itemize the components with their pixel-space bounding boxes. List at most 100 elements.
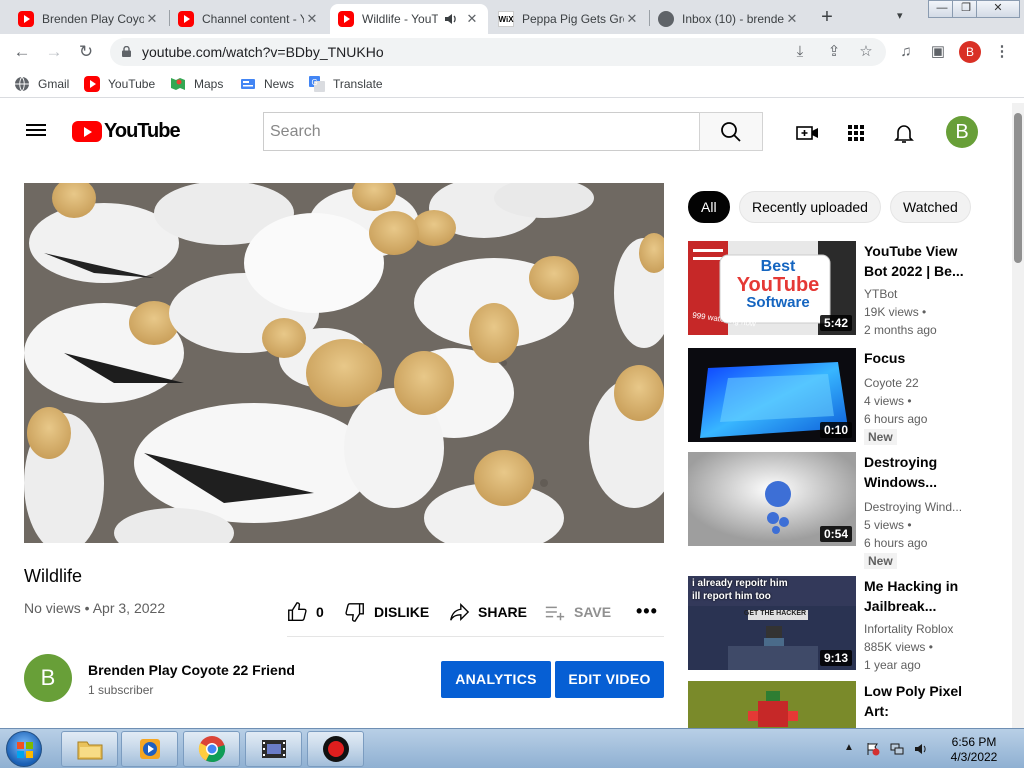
close-window-button[interactable]: ✕ xyxy=(976,0,1020,18)
browser-tab[interactable]: Brenden Play Coyote 22 Friend - YouTube … xyxy=(10,4,168,34)
more-menu-icon[interactable]: ⋮ xyxy=(992,42,1012,62)
channel-name[interactable]: Brenden Play Coyote 22 Friend xyxy=(88,662,295,678)
channel-name[interactable]: Destroying Wind... xyxy=(864,500,974,514)
divider xyxy=(287,636,664,637)
bookmark-translate[interactable]: G Translate xyxy=(309,76,383,92)
taskbar-movie-maker[interactable] xyxy=(245,731,302,767)
recommended-video[interactable]: 0:10 Focus Coyote 22 4 views • 6 hours a… xyxy=(688,348,1008,445)
recommended-video[interactable]: Low Poly Pixel Art: Strawberr... xyxy=(688,681,1008,728)
recommended-video[interactable]: i already repoitr him ill report him too… xyxy=(688,576,1008,672)
video-title[interactable]: Destroying Windows... xyxy=(864,452,968,492)
action-center-flag-icon[interactable] xyxy=(866,742,880,756)
browser-tab-active[interactable]: Wildlife - YouTube ✕ xyxy=(330,4,488,34)
chip-recently-uploaded[interactable]: Recently uploaded xyxy=(739,191,881,223)
thumbnail-text: Best xyxy=(760,258,796,275)
account-avatar[interactable]: B xyxy=(946,116,978,148)
windows-start-button[interactable] xyxy=(6,731,42,767)
share-button[interactable]: SHARE xyxy=(448,601,527,623)
video-thumbnail[interactable] xyxy=(688,681,856,728)
tab-search-chevron-icon[interactable]: ▾ xyxy=(897,9,903,22)
hamburger-menu-icon[interactable] xyxy=(26,121,46,141)
video-thumbnail[interactable]: 0:10 xyxy=(688,348,856,442)
video-thumbnail[interactable]: i already repoitr him ill report him too… xyxy=(688,576,856,670)
volume-icon[interactable] xyxy=(914,742,928,756)
apps-grid-icon[interactable] xyxy=(844,121,868,145)
video-title[interactable]: Low Poly Pixel Art: Strawberr... xyxy=(864,681,968,721)
save-button[interactable]: SAVE xyxy=(544,601,611,623)
show-hidden-icons-icon[interactable]: ▲ xyxy=(844,742,858,756)
taskbar-media-player[interactable] xyxy=(121,731,178,767)
chrome-icon xyxy=(198,736,225,763)
like-button[interactable]: 0 xyxy=(286,601,324,623)
chip-all[interactable]: All xyxy=(688,191,730,223)
taskbar-chrome[interactable] xyxy=(183,731,240,767)
playlist-add-icon xyxy=(545,606,565,621)
bookmark-youtube[interactable]: YouTube xyxy=(84,76,155,92)
close-tab-icon[interactable]: ✕ xyxy=(464,11,480,27)
video-frame-gannets xyxy=(24,183,664,543)
media-control-icon[interactable]: ♫ xyxy=(896,42,916,62)
youtube-page: YouTube B xyxy=(0,103,1012,728)
analytics-button[interactable]: ANALYTICS xyxy=(441,661,551,698)
bookmark-gmail[interactable]: Gmail xyxy=(14,76,69,92)
network-icon[interactable] xyxy=(890,742,904,756)
share-icon[interactable]: ⇪ xyxy=(824,42,844,62)
dislike-button[interactable]: DISLIKE xyxy=(344,601,429,623)
channel-name[interactable]: Coyote 22 xyxy=(864,376,974,390)
lock-icon[interactable] xyxy=(122,46,131,57)
video-title[interactable]: Me Hacking in Jailbreak... xyxy=(864,576,968,616)
chip-watched[interactable]: Watched xyxy=(890,191,971,223)
channel-name[interactable]: Infortality Roblox xyxy=(864,622,974,636)
clock-time: 6:56 PM xyxy=(951,735,997,749)
back-arrow-icon[interactable]: ← xyxy=(12,42,32,62)
bookmark-news[interactable]: News xyxy=(240,76,294,92)
video-thumbnail[interactable]: Best YouTube Software 999 watching now 5… xyxy=(688,241,856,335)
browser-tab[interactable]: Channel content - YouTube Studio ✕ xyxy=(170,4,328,34)
reload-icon[interactable]: ↻ xyxy=(76,42,96,62)
upload-age: 6 hours ago xyxy=(864,412,928,426)
video-title[interactable]: YouTube View Bot 2022 | Be... xyxy=(864,241,968,281)
channel-name[interactable]: YTBot xyxy=(864,287,974,301)
recommended-video[interactable]: Best YouTube Software 999 watching now 5… xyxy=(688,241,1008,337)
film-strip-icon xyxy=(261,740,286,758)
close-tab-icon[interactable]: ✕ xyxy=(784,11,800,27)
taskbar-recorder[interactable] xyxy=(307,731,364,767)
video-title[interactable]: Focus xyxy=(864,348,968,368)
youtube-logo[interactable]: YouTube xyxy=(72,120,181,143)
close-tab-icon[interactable]: ✕ xyxy=(304,11,320,27)
view-count: 4 views • xyxy=(864,394,912,408)
thumbnail-image xyxy=(688,681,856,728)
browser-tab[interactable]: Inbox (10) - brenden ✕ xyxy=(650,4,808,34)
address-bar[interactable]: youtube.com/watch?v=BDby_TNUKHo ⤓ ⇪ ☆ xyxy=(110,38,886,66)
edit-video-button[interactable]: EDIT VIDEO xyxy=(555,661,664,698)
video-thumbnail[interactable]: 0:54 xyxy=(688,452,856,546)
install-app-icon[interactable]: ⤓ xyxy=(790,42,810,62)
bookmark-star-icon[interactable]: ☆ xyxy=(856,42,876,62)
side-panel-icon[interactable]: ▣ xyxy=(928,42,948,62)
search-input[interactable] xyxy=(263,112,700,151)
scrollbar-thumb[interactable] xyxy=(1014,113,1022,263)
system-clock[interactable]: 6:56 PM 4/3/2022 xyxy=(948,735,1000,765)
windows-logo-icon xyxy=(17,742,33,758)
recommended-video[interactable]: 0:54 Destroying Windows... Destroying Wi… xyxy=(688,452,1008,569)
search-button[interactable] xyxy=(699,112,763,151)
close-tab-icon[interactable]: ✕ xyxy=(144,11,160,27)
upload-age: 6 hours ago xyxy=(864,536,928,550)
subscriber-count: 1 subscriber xyxy=(88,683,154,697)
create-video-icon[interactable] xyxy=(796,121,820,145)
channel-avatar[interactable]: B xyxy=(24,654,72,702)
browser-tab[interactable]: WiX Peppa Pig Gets Grounded ✕ xyxy=(490,4,648,34)
bookmark-maps[interactable]: Maps xyxy=(170,76,223,92)
more-actions-icon[interactable]: ••• xyxy=(636,601,658,622)
page-scrollbar[interactable] xyxy=(1012,103,1024,728)
url-text[interactable]: youtube.com/watch?v=BDby_TNUKHo xyxy=(142,44,384,60)
notifications-bell-icon[interactable] xyxy=(892,121,916,145)
forward-arrow-icon[interactable]: → xyxy=(44,42,64,62)
audio-playing-icon[interactable] xyxy=(444,13,458,25)
close-tab-icon[interactable]: ✕ xyxy=(624,11,640,27)
taskbar-file-explorer[interactable] xyxy=(61,731,118,767)
tab-title: Brenden Play Coyote 22 Friend - YouTube xyxy=(42,12,144,26)
new-tab-button[interactable]: + xyxy=(816,6,838,28)
profile-avatar[interactable]: B xyxy=(959,41,981,63)
video-player[interactable] xyxy=(24,183,664,543)
